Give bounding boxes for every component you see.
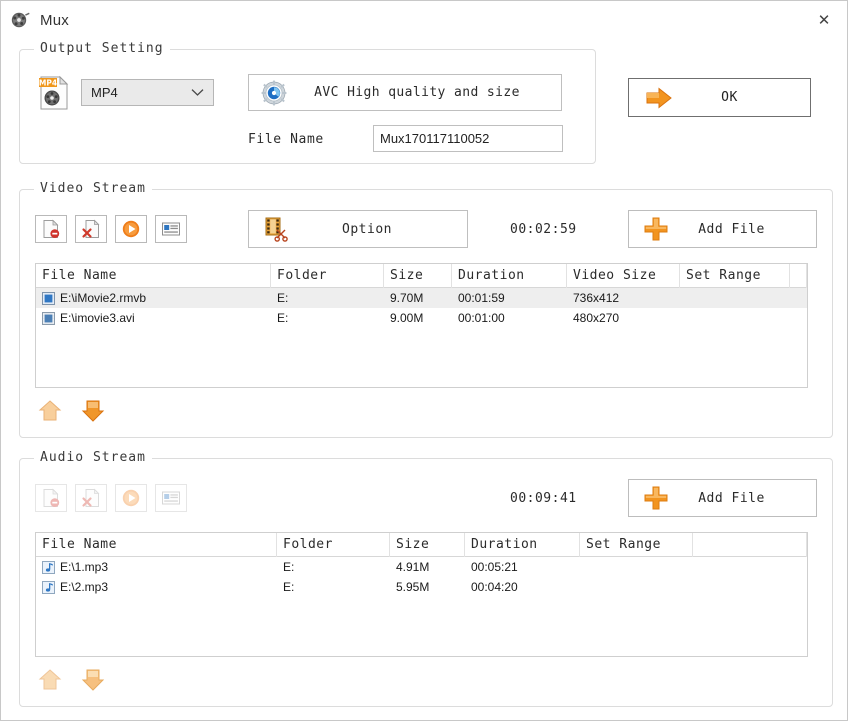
file-name-label: File Name: [248, 132, 324, 147]
audio-table-header: File Name Folder Size Duration Set Range: [36, 533, 807, 557]
film-cut-icon: [263, 216, 291, 242]
video-play-button[interactable]: [115, 215, 147, 243]
audio-add-file-label: Add File: [669, 491, 816, 506]
video-delete-file-button[interactable]: [75, 215, 107, 243]
audio-col-folder[interactable]: Folder: [277, 533, 390, 557]
title-bar: Mux ✕: [1, 1, 847, 39]
video-row-size: 9.00M: [384, 308, 452, 328]
video-move-up-button[interactable]: [37, 398, 63, 424]
video-col-folder[interactable]: Folder: [271, 264, 384, 288]
audio-row-duration: 00:04:20: [465, 577, 580, 597]
video-option-label: Option: [291, 222, 467, 237]
audio-col-duration[interactable]: Duration: [465, 533, 580, 557]
video-row-video-size: 736x412: [567, 288, 680, 308]
video-row-file-name-text: E:\iMovie2.rmvb: [60, 288, 146, 308]
codec-preset-label: AVC High quality and size: [287, 85, 561, 100]
video-row-file-name: E:\imovie3.avi: [36, 308, 271, 328]
close-button[interactable]: ✕: [801, 1, 847, 38]
video-row-set-range[interactable]: [680, 308, 790, 328]
table-row[interactable]: E:\2.mp3 E: 5.95M 00:04:20: [36, 577, 807, 597]
file-name-input[interactable]: [373, 125, 563, 152]
audio-move-down-button[interactable]: [80, 667, 106, 693]
table-row[interactable]: E:\iMovie2.rmvb E: 9.70M 00:01:59 736x41…: [36, 288, 807, 308]
audio-col-spacer: [693, 533, 807, 557]
video-row-size: 9.70M: [384, 288, 452, 308]
audio-move-up-button[interactable]: [37, 667, 63, 693]
orange-plus-icon: [643, 216, 669, 242]
svg-text:MP4: MP4: [39, 79, 57, 88]
audio-row-file-name: E:\2.mp3: [36, 577, 277, 597]
chevron-down-icon: [191, 88, 204, 97]
video-file-icon: [42, 312, 55, 325]
video-col-video-size[interactable]: Video Size: [567, 264, 680, 288]
video-properties-button[interactable]: [155, 215, 187, 243]
audio-file-icon: [42, 561, 55, 574]
video-row-video-size: 480x270: [567, 308, 680, 328]
video-col-file-name[interactable]: File Name: [36, 264, 271, 288]
video-col-set-range[interactable]: Set Range: [680, 264, 790, 288]
video-row-file-name: E:\iMovie2.rmvb: [36, 288, 271, 308]
mp4-file-icon: MP4: [38, 75, 70, 111]
audio-row-size: 5.95M: [390, 577, 465, 597]
video-row-duration: 00:01:59: [452, 288, 567, 308]
audio-play-button[interactable]: [115, 484, 147, 512]
audio-file-table[interactable]: File Name Folder Size Duration Set Range: [35, 532, 808, 657]
video-remove-file-button[interactable]: [35, 215, 67, 243]
audio-row-folder: E:: [277, 557, 390, 577]
audio-col-set-range[interactable]: Set Range: [580, 533, 693, 557]
audio-file-icon: [42, 581, 55, 594]
audio-col-file-name[interactable]: File Name: [36, 533, 277, 557]
audio-row-set-range[interactable]: [580, 577, 693, 597]
audio-remove-file-button[interactable]: [35, 484, 67, 512]
codec-preset-button[interactable]: AVC High quality and size: [248, 74, 562, 111]
video-file-table[interactable]: File Name Folder Size Duration Video Siz…: [35, 263, 808, 388]
video-row-set-range[interactable]: [680, 288, 790, 308]
audio-row-file-name: E:\1.mp3: [36, 557, 277, 577]
audio-row-file-name-text: E:\1.mp3: [60, 557, 108, 577]
audio-row-folder: E:: [277, 577, 390, 597]
audio-delete-file-button[interactable]: [75, 484, 107, 512]
film-reel-icon: [10, 10, 30, 30]
video-add-file-button[interactable]: Add File: [628, 210, 817, 248]
format-select-value: MP4: [82, 85, 191, 100]
video-move-down-button[interactable]: [80, 398, 106, 424]
video-stream-title: Video Stream: [34, 181, 152, 196]
mux-window: Mux ✕ Output Setting MP4 MP4: [0, 0, 848, 721]
orange-right-arrow-icon: [645, 86, 673, 110]
orange-plus-icon: [643, 485, 669, 511]
video-row-folder: E:: [271, 308, 384, 328]
video-row-duration: 00:01:00: [452, 308, 567, 328]
output-setting-group: Output Setting MP4 MP4: [19, 49, 596, 164]
audio-row-size: 4.91M: [390, 557, 465, 577]
video-col-size[interactable]: Size: [384, 264, 452, 288]
audio-row-set-range[interactable]: [580, 557, 693, 577]
window-title: Mux: [40, 12, 69, 29]
ok-button[interactable]: OK: [628, 78, 811, 117]
audio-properties-button[interactable]: [155, 484, 187, 512]
video-add-file-label: Add File: [669, 222, 816, 237]
table-row[interactable]: E:\imovie3.avi E: 9.00M 00:01:00 480x270: [36, 308, 807, 328]
video-file-icon: [42, 292, 55, 305]
gear-blue-icon: [261, 80, 287, 106]
video-col-duration[interactable]: Duration: [452, 264, 567, 288]
audio-stream-title: Audio Stream: [34, 450, 152, 465]
ok-button-label: OK: [673, 90, 810, 105]
audio-col-size[interactable]: Size: [390, 533, 465, 557]
format-select[interactable]: MP4: [81, 79, 214, 106]
table-row[interactable]: E:\1.mp3 E: 4.91M 00:05:21: [36, 557, 807, 577]
video-stream-group: Video Stream: [19, 189, 833, 438]
video-col-spacer: [790, 264, 807, 288]
audio-stream-group: Audio Stream: [19, 458, 833, 707]
audio-add-file-button[interactable]: Add File: [628, 479, 817, 517]
audio-total-duration: 00:09:41: [510, 491, 577, 506]
video-row-file-name-text: E:\imovie3.avi: [60, 308, 135, 328]
output-setting-title: Output Setting: [34, 41, 170, 56]
video-option-button[interactable]: Option: [248, 210, 468, 248]
audio-row-file-name-text: E:\2.mp3: [60, 577, 108, 597]
video-row-folder: E:: [271, 288, 384, 308]
video-table-header: File Name Folder Size Duration Video Siz…: [36, 264, 807, 288]
video-total-duration: 00:02:59: [510, 222, 577, 237]
audio-row-duration: 00:05:21: [465, 557, 580, 577]
